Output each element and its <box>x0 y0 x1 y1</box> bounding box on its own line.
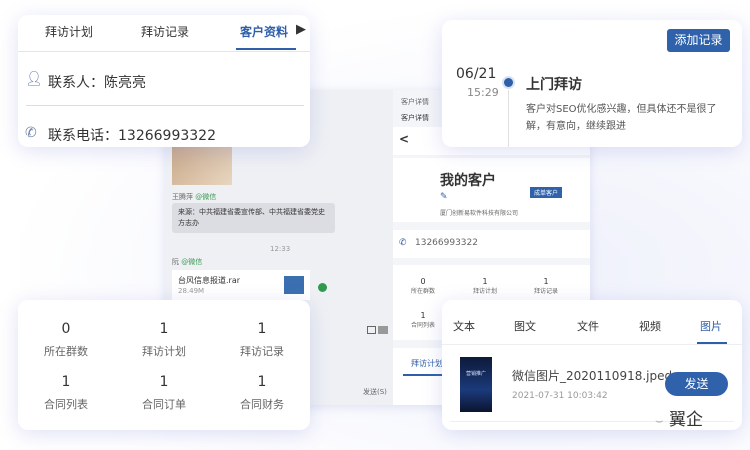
stat-value: 0 <box>420 277 426 286</box>
tab-file[interactable]: 文件 <box>577 318 599 334</box>
stat-item[interactable]: 1 合同订单 <box>124 374 204 412</box>
file-size: 28.49M <box>178 287 205 295</box>
person-icon: 👤︎ <box>25 71 43 87</box>
visit-title: 上门拜访 <box>526 77 582 93</box>
image-file-name: 微信图片_2020110918.jped <box>512 369 673 383</box>
scroll-right-icon[interactable]: ▶ <box>296 22 306 37</box>
tab-video[interactable]: 视频 <box>639 318 661 334</box>
stat-value: 1 <box>482 277 488 286</box>
file-icon <box>284 276 304 294</box>
detail-title: 客户详情 <box>401 114 429 122</box>
phone-icon: ✆ <box>399 238 407 248</box>
status-badge: 成单客户 <box>530 187 563 198</box>
visit-time: 15:29 <box>467 86 499 99</box>
phone-icon: ✆ <box>25 125 37 141</box>
message-time: 12:33 <box>270 245 291 253</box>
file-name: 台风信息报道.rar <box>178 276 241 285</box>
stat-label: 所在群数 <box>410 288 435 295</box>
tab-customer-info[interactable]: 客户资料 <box>240 23 288 40</box>
layout-icon[interactable] <box>378 326 388 334</box>
stat-item[interactable]: 1 合同财务 <box>222 374 302 412</box>
stats-card: 0 所在群数 1 拜访计划 1 拜访记录 1 合同列表 1 合同订单 1 合同财务 <box>18 300 310 430</box>
file-message[interactable]: 台风信息报道.rar 28.49M <box>172 270 310 300</box>
back-button[interactable]: < <box>399 132 409 146</box>
contact-name: 联系人：陈亮亮 <box>48 75 146 91</box>
stat-item[interactable]: 0 所在群数 <box>26 321 106 359</box>
visit-record-card: 添加记录 06/21 15:29 上门拜访 客户对SEO优化感兴趣，但具体还不是… <box>442 20 742 147</box>
tab-visit-plan[interactable]: 拜访计划 <box>411 358 443 369</box>
detail-phone: 13266993322 <box>415 238 478 248</box>
detail-breadcrumb: 客户详情 <box>401 98 429 106</box>
wechat-icon: ⌣ <box>655 414 664 429</box>
sender-name: 阮 <box>172 258 179 266</box>
tab-visit-record[interactable]: 拜访记录 <box>141 23 189 40</box>
stat-item[interactable]: 1 拜访计划 <box>124 321 204 359</box>
stat-item[interactable]: 1 拜访记录 <box>222 321 302 359</box>
stat-value: 1 <box>420 311 426 320</box>
visit-description: 解，有意向，继续跟进 <box>526 121 626 132</box>
contact-phone: 联系电话：13266993322 <box>48 128 216 144</box>
timeline-dot <box>504 78 513 87</box>
send-button[interactable]: 发送 <box>665 372 728 396</box>
tab-image[interactable]: 图片 <box>700 318 722 334</box>
contact-card: 拜访计划 拜访记录 客户资料 ▶ 👤︎ 联系人：陈亮亮 ✆ 联系电话：13266… <box>18 15 310 147</box>
visit-description: 客户对SEO优化感兴趣，但具体还不是很了 <box>526 104 717 115</box>
edit-icon[interactable]: ✎ <box>440 192 448 202</box>
add-record-button[interactable]: 添加记录 <box>667 29 730 52</box>
watermark: ⌣ 翼企 <box>655 410 703 430</box>
add-icon[interactable] <box>318 283 327 292</box>
message-bubble: 来源：中共福建省委宣传部、中共福建省委党史方志办 <box>172 203 335 233</box>
stat-label: 拜访记录 <box>533 288 558 295</box>
channel-tag: @微信 <box>181 258 203 266</box>
tab-visit-plan[interactable]: 拜访计划 <box>45 23 93 40</box>
visit-date: 06/21 <box>456 66 497 82</box>
tab-rich-text[interactable]: 图文 <box>514 318 536 334</box>
stat-value: 1 <box>543 277 549 286</box>
channel-tag: @微信 <box>195 193 217 201</box>
sender-name: 王腾萍 <box>172 193 193 201</box>
send-label[interactable]: 发送(S) <box>363 387 387 397</box>
tab-text[interactable]: 文本 <box>453 318 475 334</box>
image-file-date: 2021-07-31 10:03:42 <box>512 391 608 401</box>
stat-label: 合同列表 <box>410 322 435 329</box>
image-thumbnail: 营销推广 <box>460 357 492 412</box>
chat-image <box>172 147 232 185</box>
history-icon[interactable] <box>367 326 376 334</box>
stat-item[interactable]: 1 合同列表 <box>26 374 106 412</box>
stat-label: 拜访计划 <box>472 288 497 295</box>
customer-name: 我的客户 <box>440 173 496 189</box>
company-name: 厦门创新易软件科技有限公司 <box>440 210 519 217</box>
